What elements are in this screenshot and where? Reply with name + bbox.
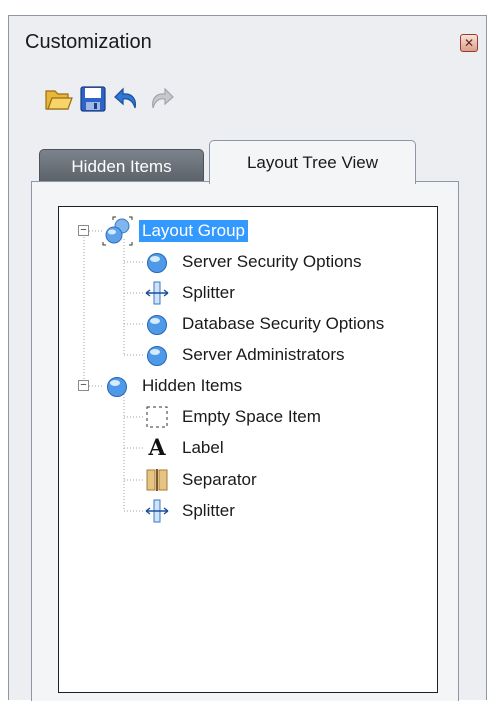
tree-node-layout-group[interactable]: Layout Group [139,217,249,245]
splitter-icon [145,281,169,305]
tab-panel: − Layout Group Server Security Options S… [31,181,459,701]
empty-space-icon [145,405,169,429]
customization-window: Customization ✕ Hidden Items Layout Tree… [8,15,487,701]
open-button[interactable] [44,84,74,114]
tree-node-hidden-items[interactable]: Hidden Items [139,372,245,400]
sphere-icon [145,344,169,368]
node-label: Label [182,438,224,457]
tab-label: Hidden Items [71,156,172,176]
node-label: Hidden Items [142,376,243,395]
layout-tree[interactable]: − Layout Group Server Security Options S… [58,206,438,693]
hidden-items-collapse-toggle[interactable]: − [78,380,89,391]
window-title: Customization [25,31,152,53]
tree-node-database-security-options[interactable]: Database Security Options [179,310,387,338]
tree-node-splitter[interactable]: Splitter [179,279,238,307]
layout-group-icon [102,216,134,246]
separator-icon [145,468,169,492]
node-label: Empty Space Item [182,407,321,426]
tree-node-splitter-hidden[interactable]: Splitter [179,497,238,525]
sphere-icon [145,313,169,337]
tab-layout-tree-view[interactable]: Layout Tree View [209,140,416,184]
node-label: Server Administrators [182,345,345,364]
undo-arrow-icon [114,87,136,109]
toolbar [44,84,176,120]
folder-open-icon [45,90,73,110]
node-label: Layout Group [139,220,249,242]
save-button[interactable] [78,84,108,114]
tree-connector-lines [83,230,143,512]
title-bar: Customization ✕ [9,16,486,72]
floppy-save-icon [80,86,106,112]
tree-node-server-security-options[interactable]: Server Security Options [179,248,365,276]
sphere-icon [145,251,169,275]
node-label: Database Security Options [182,314,385,333]
redo-button[interactable] [146,84,176,114]
tab-hidden-items[interactable]: Hidden Items [39,149,204,184]
undo-button[interactable] [112,84,142,114]
tree-node-server-administrators[interactable]: Server Administrators [179,341,348,369]
label-a-icon: A [148,435,166,461]
node-label: Separator [182,470,257,489]
tree-node-separator[interactable]: Separator [179,466,260,494]
sphere-icon [105,375,129,399]
node-label: Server Security Options [182,252,362,271]
tree-node-label[interactable]: Label [179,434,227,462]
node-label: Splitter [182,283,235,302]
tab-strip: Hidden Items Layout Tree View [34,136,434,184]
tab-label: Layout Tree View [246,152,379,172]
tree-node-empty-space-item[interactable]: Empty Space Item [179,403,324,431]
node-label: Splitter [182,501,235,520]
splitter-icon [145,499,169,523]
layout-group-collapse-toggle[interactable]: − [78,225,89,236]
close-icon[interactable]: ✕ [460,34,478,52]
redo-arrow-icon [152,87,174,109]
